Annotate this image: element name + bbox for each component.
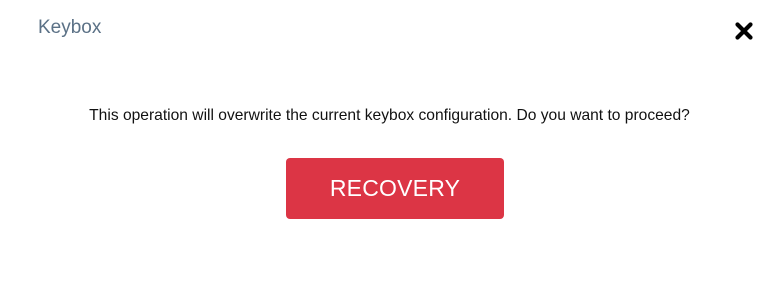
close-icon	[735, 22, 753, 40]
close-button[interactable]	[733, 20, 755, 42]
keybox-dialog: Keybox This operation will overwrite the…	[0, 0, 779, 302]
dialog-title: Keybox	[38, 17, 102, 38]
confirmation-message: This operation will overwrite the curren…	[89, 107, 690, 124]
recovery-button[interactable]: RECOVERY	[286, 158, 504, 219]
